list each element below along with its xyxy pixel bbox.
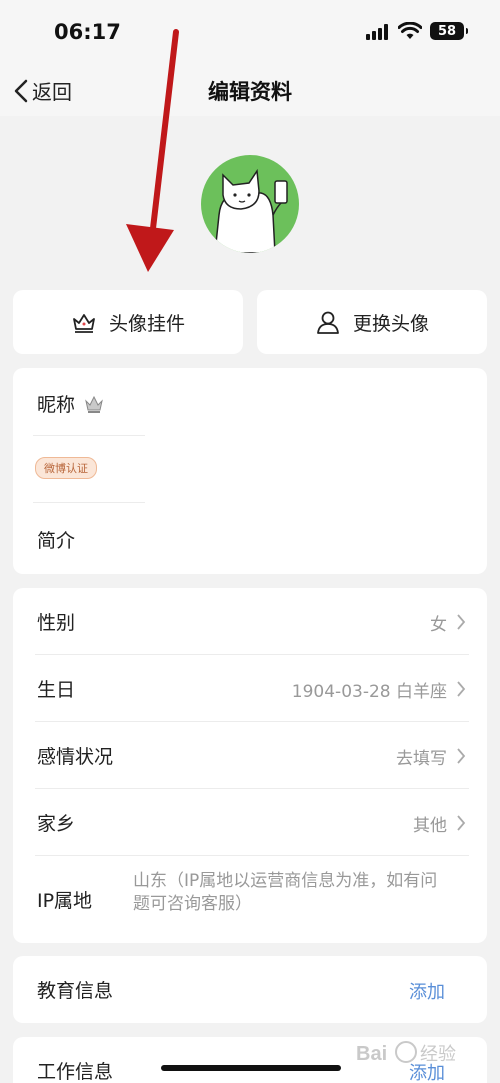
avatar-pendant-label: 头像挂件 — [108, 312, 185, 335]
birthday-row[interactable]: 生日 1904-03-28 白羊座 — [13, 655, 487, 722]
wifi-icon — [398, 22, 422, 39]
status-bar: 06:17 58 — [0, 0, 500, 62]
row-value: 女 — [430, 615, 447, 635]
chevron-right-icon — [457, 681, 466, 697]
row-label: 生日 — [37, 679, 76, 701]
page-title: 编辑资料 — [208, 80, 292, 104]
row-label: 家乡 — [37, 813, 76, 835]
nickname-label: 昵称 — [37, 394, 76, 416]
relationship-row[interactable]: 感情状况 去填写 — [13, 722, 487, 789]
divider — [33, 502, 145, 503]
status-time: 06:17 — [54, 20, 121, 44]
home-indicator — [161, 1065, 341, 1071]
change-avatar-label: 更换头像 — [352, 312, 429, 335]
hometown-row[interactable]: 家乡 其他 — [13, 789, 487, 856]
battery-icon: 58 — [430, 22, 468, 40]
crown-icon — [73, 314, 95, 333]
svg-text:Bai: Bai — [356, 1043, 387, 1065]
basic-info-card: 性别 女 生日 1904-03-28 白羊座 感情状况 去填写 家乡 其他 IP… — [13, 588, 487, 943]
row-label: 教育信息 — [37, 980, 114, 1002]
row-value: 其他 — [413, 816, 447, 836]
education-card: 教育信息 添加 — [13, 956, 487, 1023]
row-label: 性别 — [37, 612, 76, 634]
nav-bar: 返回 编辑资料 — [0, 62, 500, 116]
signal-icon — [366, 24, 390, 40]
avatar-pendant-button[interactable]: 头像挂件 — [13, 290, 243, 354]
weibo-verify-badge[interactable]: 微博认证 — [35, 457, 97, 479]
add-education-link[interactable]: 添加 — [409, 978, 445, 1004]
chevron-right-icon — [457, 815, 466, 831]
person-icon — [317, 311, 339, 334]
intro-label[interactable]: 简介 — [37, 526, 75, 553]
vip-crown-icon — [85, 395, 103, 413]
chevron-right-icon — [457, 614, 466, 630]
change-avatar-button[interactable]: 更换头像 — [257, 290, 487, 354]
ip-location-row: IP属地 山东（IP属地以运营商信息为准，如有问题可咨询客服） — [13, 856, 487, 943]
annotation-arrow-icon — [126, 29, 179, 272]
svg-text:经验: 经验 — [420, 1044, 456, 1065]
profile-card: 昵称 微博认证 简介 — [13, 368, 487, 574]
ip-location-value: 山东（IP属地以运营商信息为准，如有问题可咨询客服） — [133, 871, 438, 914]
nickname-row[interactable]: 昵称 — [37, 390, 105, 417]
row-label: 感情状况 — [37, 746, 114, 768]
baidu-jingyan-watermark-icon: Bai 经验 — [356, 1041, 456, 1065]
row-label: IP属地 — [37, 890, 93, 912]
cat-avatar-icon — [214, 168, 288, 253]
row-label: 工作信息 — [37, 1061, 114, 1083]
education-row: 教育信息 添加 — [13, 956, 487, 1023]
avatar[interactable] — [201, 155, 299, 253]
divider — [33, 435, 145, 436]
row-value: 1904-03-28 白羊座 — [291, 682, 447, 702]
gender-row[interactable]: 性别 女 — [13, 588, 487, 655]
row-value: 去填写 — [396, 749, 447, 769]
chevron-right-icon — [457, 748, 466, 764]
